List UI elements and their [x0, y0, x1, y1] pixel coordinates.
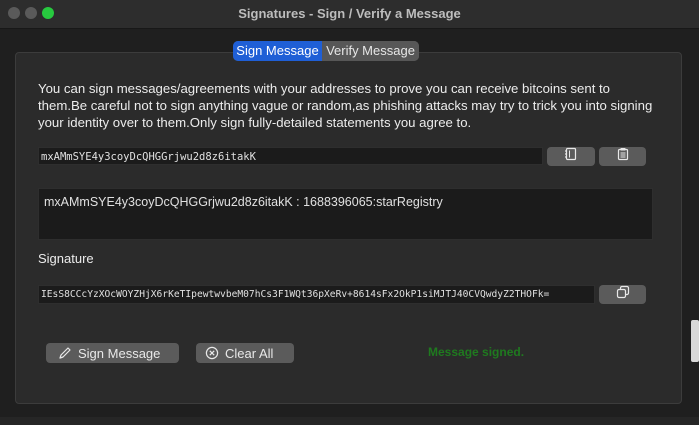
- signature-output[interactable]: IEsS8CCcYzXOcWOYZHjX6rKeTIpewtwvbeM07hCs…: [38, 285, 595, 304]
- clear-all-label: Clear All: [225, 345, 274, 361]
- signature-label: Signature: [38, 251, 94, 266]
- copy-signature-button[interactable]: [599, 285, 646, 304]
- message-input[interactable]: mxAMmSYE4y3coyDcQHGGrjwu2d8z6itakK : 168…: [38, 188, 653, 240]
- paste-button[interactable]: [599, 147, 646, 166]
- sign-description: You can sign messages/agreements with yo…: [38, 81, 653, 130]
- tab-sign-message[interactable]: Sign Message: [233, 41, 322, 61]
- address-input[interactable]: mxAMmSYE4y3coyDcQHGGrjwu2d8z6itakK: [38, 147, 543, 165]
- sign-message-panel: You can sign messages/agreements with yo…: [15, 52, 682, 404]
- address-book-button[interactable]: [547, 147, 595, 166]
- window-body: Sign Message Verify Message You can sign…: [0, 29, 699, 425]
- status-message: Message signed.: [428, 345, 525, 359]
- paste-icon: [616, 147, 630, 166]
- clear-circle-icon: [205, 346, 219, 360]
- scrollbar-thumb[interactable]: [691, 320, 699, 362]
- sign-message-label: Sign Message: [78, 345, 161, 361]
- title-bar: Signatures - Sign / Verify a Message: [0, 0, 699, 29]
- sign-message-button[interactable]: Sign Message: [46, 343, 179, 363]
- tab-verify-message[interactable]: Verify Message: [322, 41, 419, 61]
- address-book-icon: [564, 147, 578, 166]
- tab-bar: Sign Message Verify Message: [233, 41, 419, 61]
- window-bottom-edge: [0, 417, 699, 425]
- clear-all-button[interactable]: Clear All: [196, 343, 294, 363]
- window-title: Signatures - Sign / Verify a Message: [238, 6, 461, 21]
- copy-icon: [616, 285, 630, 304]
- pen-icon: [58, 346, 72, 360]
